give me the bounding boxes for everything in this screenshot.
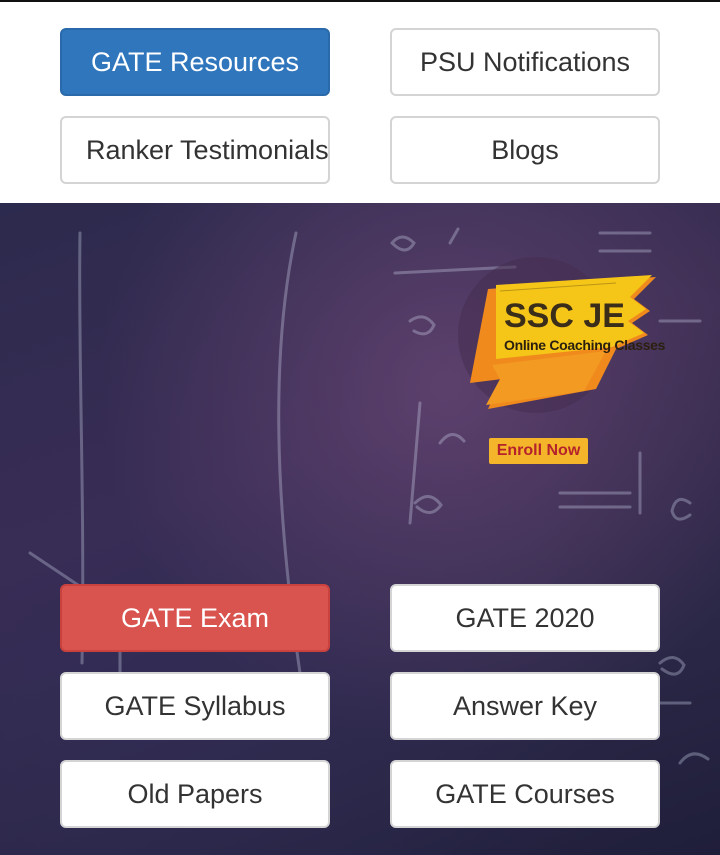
gate-courses-button[interactable]: GATE Courses [390,760,660,828]
answer-key-button[interactable]: Answer Key [390,672,660,740]
promo-title: SSC JE [504,297,625,335]
gate-exam-button[interactable]: GATE Exam [60,584,330,652]
chalkboard-banner: SSC JE Online Coaching Classes Enroll No… [0,203,720,855]
blogs-button[interactable]: Blogs [390,116,660,184]
old-papers-button[interactable]: Old Papers [60,760,330,828]
gate-resources-button[interactable]: GATE Resources [60,28,330,96]
gate-2020-button[interactable]: GATE 2020 [390,584,660,652]
enroll-now-button[interactable]: Enroll Now [489,438,588,464]
ranker-testimonials-button[interactable]: Ranker Testimonials [60,116,330,184]
resource-nav-panel: GATE Resources PSU Notifications Ranker … [0,2,720,203]
gate-syllabus-button[interactable]: GATE Syllabus [60,672,330,740]
promo-subtitle: Online Coaching Classes [504,337,666,353]
psu-notifications-button[interactable]: PSU Notifications [390,28,660,96]
